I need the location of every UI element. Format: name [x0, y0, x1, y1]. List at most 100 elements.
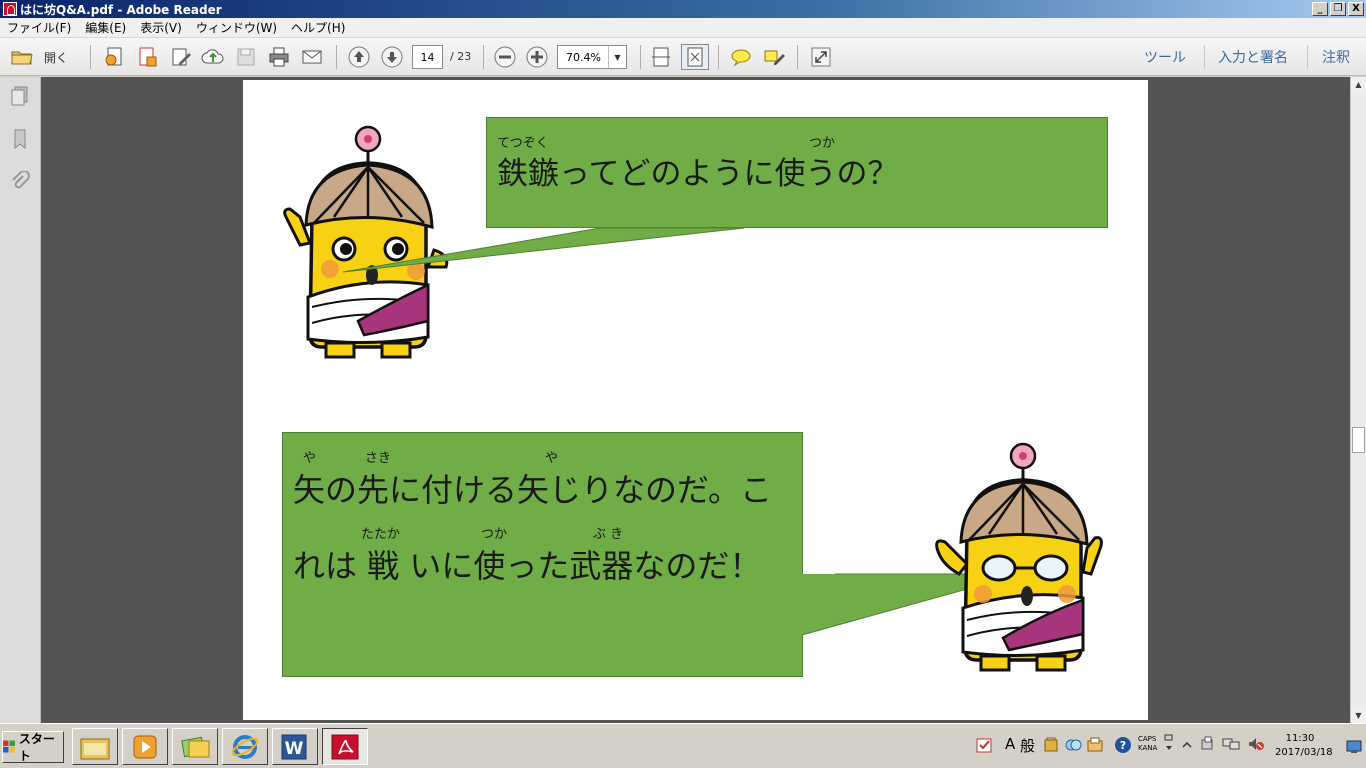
adobe-reader-icon	[331, 734, 359, 759]
next-page-button[interactable]	[379, 44, 405, 70]
attachments-paperclip-icon[interactable]	[9, 171, 31, 193]
question-speech-bubble: てつぞく つか 鉄鏃ってどのように使うの？	[486, 117, 1108, 228]
kana-label: KANA	[1138, 744, 1158, 752]
bookmarks-icon[interactable]	[9, 128, 31, 150]
edit-pdf-button[interactable]	[168, 44, 194, 70]
minimize-button[interactable]: _	[1312, 2, 1328, 16]
adobe-reader-app-icon	[3, 2, 17, 16]
fit-page-button[interactable]	[681, 44, 709, 70]
document-viewport[interactable]: てつぞく つか 鉄鏃ってどのように使うの？ や さき や 矢の先に付ける矢じりな…	[41, 77, 1350, 723]
answer-ruby-tataka: たたか	[361, 527, 401, 542]
svg-text:W: W	[285, 739, 304, 759]
svg-text:?: ?	[1120, 739, 1126, 752]
ime-options-icon[interactable]	[1164, 734, 1174, 754]
printer-icon	[269, 47, 289, 67]
ime-tool-icon[interactable]	[1064, 736, 1082, 754]
expand-arrows-icon	[811, 47, 831, 67]
clock-time: 11:30	[1285, 733, 1315, 744]
tab-fill-sign[interactable]: 入力と署名	[1218, 47, 1288, 67]
question-text: 鉄鏃ってどのように使うの？	[497, 156, 899, 192]
tab-tools[interactable]: ツール	[1144, 47, 1186, 67]
vertical-scrollbar[interactable]: ▲ ▼	[1350, 77, 1366, 723]
ime-pad-icon[interactable]	[1086, 736, 1104, 754]
highlight-text-button[interactable]	[761, 44, 787, 70]
page-thumbnails-icon[interactable]	[9, 85, 31, 107]
menu-window[interactable]: ウィンドウ(W)	[189, 19, 284, 36]
plus-circle-icon	[526, 46, 548, 68]
internet-explorer-icon	[231, 734, 259, 759]
start-button[interactable]: スタート	[2, 731, 64, 763]
title-bar: はに坊Q&A.pdf - Adobe Reader _ ❐ X	[0, 0, 1366, 18]
open-label[interactable]: 開く	[44, 49, 68, 66]
menu-file[interactable]: ファイル(F)	[0, 19, 78, 36]
fit-page-icon	[687, 47, 703, 67]
arrow-down-circle-icon	[381, 46, 403, 68]
answer-line-1: 矢の先に付ける矢じりなのだ。こ	[293, 471, 773, 509]
fit-width-icon	[652, 47, 670, 67]
page-number-input[interactable]	[412, 45, 443, 69]
network-icon[interactable]	[1222, 736, 1240, 752]
save-button[interactable]	[233, 44, 259, 70]
ime-toolbar-icon[interactable]	[976, 736, 994, 754]
taskbar-word-button[interactable]: W	[272, 728, 318, 765]
menu-help[interactable]: ヘルプ(H)	[284, 19, 352, 36]
taskbar-clock[interactable]: 11:30 2017/03/18	[1275, 732, 1333, 760]
media-player-icon	[133, 735, 157, 758]
ime-conversion-mode[interactable]: 般	[1020, 735, 1035, 756]
adobe-reader-window: はに坊Q&A.pdf - Adobe Reader _ ❐ X ファイル(F) …	[0, 0, 1366, 768]
email-button[interactable]	[299, 44, 325, 70]
word-icon: W	[281, 734, 307, 759]
caps-kana-indicator: CAPS KANA	[1138, 735, 1157, 753]
photo-gallery-icon	[181, 736, 210, 757]
windows-logo-icon	[3, 740, 15, 753]
zoom-in-button[interactable]	[524, 44, 550, 70]
create-pdf-button[interactable]	[102, 44, 128, 70]
zoom-out-button[interactable]	[492, 44, 518, 70]
create-pdf-icon	[105, 47, 122, 66]
menu-edit[interactable]: 編集(E)	[78, 19, 133, 36]
chevron-down-icon[interactable]: ▼	[608, 46, 626, 68]
print-button[interactable]	[266, 44, 292, 70]
scroll-up-arrow-icon[interactable]: ▲	[1351, 77, 1366, 92]
full-screen-button[interactable]	[808, 44, 834, 70]
zoom-select[interactable]: 70.4% ▼	[557, 45, 627, 69]
folder-icon	[11, 51, 33, 65]
show-hidden-icons-chevron-icon[interactable]	[1182, 740, 1192, 750]
zoom-value: 70.4%	[566, 50, 601, 64]
answer-ruby-saki: さき	[365, 451, 392, 466]
scrollbar-thumb[interactable]	[1352, 427, 1365, 453]
tab-comment[interactable]: 注釈	[1322, 47, 1350, 67]
export-pdf-icon	[139, 47, 157, 67]
answer-ruby-ya-2: や	[545, 451, 559, 466]
volume-muted-icon[interactable]	[1247, 736, 1265, 752]
upload-cloud-button[interactable]	[200, 44, 226, 70]
export-pdf-button[interactable]	[135, 44, 161, 70]
taskbar-adobe-reader-button[interactable]	[322, 728, 368, 765]
previous-page-button[interactable]	[346, 44, 372, 70]
ime-input-mode[interactable]: A	[1005, 735, 1015, 753]
close-button[interactable]: X	[1348, 2, 1364, 16]
arrow-up-circle-icon	[348, 46, 370, 68]
show-desktop-icon[interactable]	[1346, 740, 1362, 754]
taskbar-explorer-button[interactable]	[72, 728, 118, 765]
safely-remove-hardware-icon[interactable]	[1200, 736, 1216, 752]
caps-label: CAPS	[1138, 735, 1157, 743]
file-explorer-icon	[80, 738, 110, 759]
menu-view[interactable]: 表示(V)	[133, 19, 189, 36]
scroll-down-arrow-icon[interactable]: ▼	[1351, 708, 1366, 723]
open-folder-button[interactable]	[8, 44, 36, 70]
ime-dictionary-icon[interactable]	[1042, 736, 1060, 754]
ime-help-icon[interactable]: ?	[1114, 736, 1132, 754]
page-total: / 23	[450, 50, 472, 63]
menu-bar: ファイル(F) 編集(E) 表示(V) ウィンドウ(W) ヘルプ(H)	[0, 18, 1366, 38]
navigation-pane	[0, 77, 41, 723]
taskbar-media-player-button[interactable]	[122, 728, 168, 765]
taskbar-internet-explorer-button[interactable]	[222, 728, 268, 765]
start-label: スタート	[18, 732, 55, 763]
restore-button[interactable]: ❐	[1330, 2, 1346, 16]
fit-width-button[interactable]	[648, 44, 674, 70]
taskbar-photos-button[interactable]	[172, 728, 218, 765]
sticky-note-button[interactable]	[728, 44, 754, 70]
answer-line-2: れは 戦 いに使った武器なのだ！	[293, 547, 762, 585]
cloud-upload-icon	[201, 49, 224, 64]
